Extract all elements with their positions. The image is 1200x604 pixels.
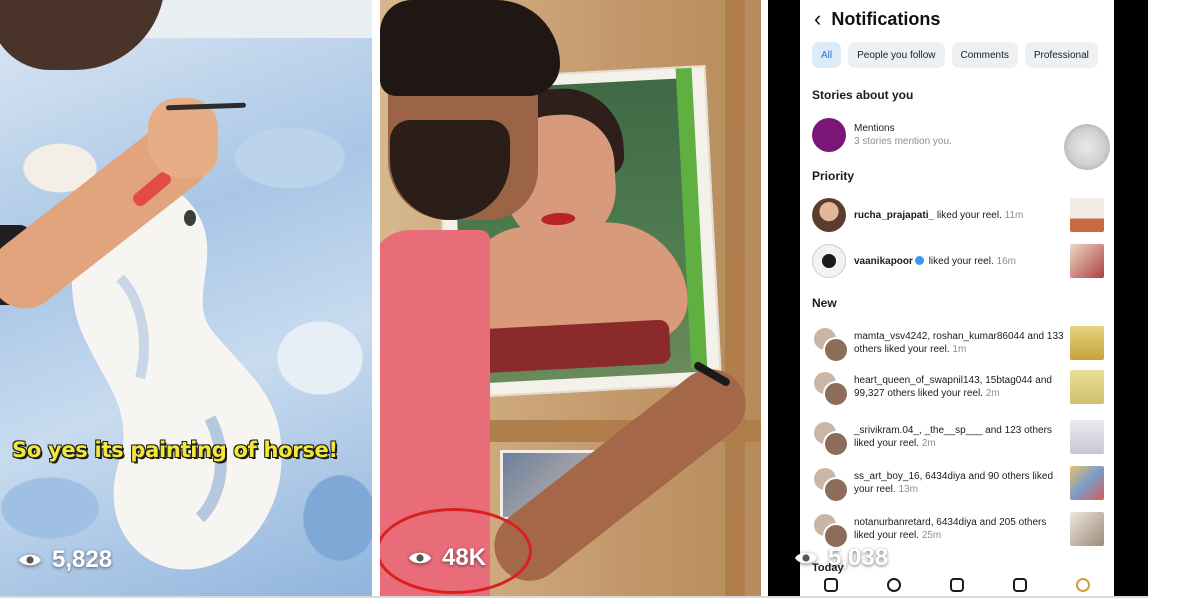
eye-icon <box>409 552 431 564</box>
notifications-screen: ‹ Notifications All People you follow Co… <box>800 0 1114 596</box>
home-icon[interactable] <box>824 578 839 592</box>
notification-text: liked your reel. <box>934 209 1005 221</box>
painter-hand <box>148 98 218 178</box>
avatar <box>812 244 846 278</box>
notifications-video[interactable]: ‹ Notifications All People you follow Co… <box>768 0 1148 596</box>
timestamp: 13m <box>898 484 918 495</box>
timestamp: 2m <box>921 438 936 449</box>
divider <box>372 0 380 596</box>
notification-item[interactable]: _srivikram.04_, _the__sp___ and 123 othe… <box>812 420 1104 457</box>
filter-chips: All People you follow Comments Professio… <box>812 42 1098 68</box>
horse-painting-video[interactable]: So yes its painting of horse! 5,828 <box>0 0 372 596</box>
timestamp: 16m <box>996 255 1016 267</box>
mentions-avatar <box>812 118 846 152</box>
filter-professional[interactable]: Professional <box>1024 42 1098 68</box>
top-bar: ‹ Notifications <box>800 0 1114 38</box>
avatar-group <box>812 466 849 503</box>
avatar <box>812 198 846 232</box>
portrait-painting-video[interactable]: 48K <box>380 0 761 596</box>
screenshot-collage: So yes its painting of horse! 5,828 48K … <box>0 0 1200 604</box>
avatar-group <box>812 326 849 363</box>
timestamp: 11m <box>1004 209 1024 221</box>
notification-text: liked your reel. <box>925 255 997 267</box>
avatar-group <box>812 370 849 407</box>
notification-text: ss_art_boy_16, 6434diya and 90 others li… <box>854 471 1054 495</box>
notification-text: notanurbanretard, 6434diya and 205 other… <box>854 517 1047 541</box>
easel-leg <box>725 0 745 596</box>
eye-icon <box>795 552 817 564</box>
mentions-row[interactable]: Mentions 3 stories mention you. <box>812 118 1104 152</box>
reel-thumbnail[interactable] <box>1070 420 1104 454</box>
divider <box>761 0 768 596</box>
page-title: Notifications <box>831 8 941 29</box>
notification-item[interactable]: ss_art_boy_16, 6434diya and 90 others li… <box>812 466 1104 503</box>
view-count: 48K <box>408 544 486 572</box>
reel-thumbnail[interactable] <box>1070 198 1104 232</box>
notification-item[interactable]: mamta_vsv4242, roshan_kumar86044 and 133… <box>812 326 1104 363</box>
section-priority: Priority <box>812 169 855 183</box>
timestamp: 2m <box>985 388 1000 399</box>
view-count-value: 5,828 <box>52 546 113 573</box>
reel-thumbnail[interactable] <box>1070 370 1104 404</box>
video-caption: So yes its painting of horse! <box>12 438 338 462</box>
verified-badge-icon <box>914 255 924 265</box>
notification-item[interactable]: rucha_prajapati_ liked your reel. 11m <box>812 198 1104 232</box>
avatar-group <box>812 512 849 549</box>
username[interactable]: vaanikapoor <box>854 256 913 267</box>
notification-text: _srivikram.04_, _the__sp___ and 123 othe… <box>854 425 1052 449</box>
reel-thumbnail[interactable] <box>1070 466 1104 500</box>
notification-item[interactable]: heart_queen_of_swapnil143, 15btag044 and… <box>812 370 1104 407</box>
bottom-navigation <box>800 574 1114 596</box>
bottom-divider <box>0 596 1148 598</box>
view-count: 5,038 <box>794 544 888 572</box>
reel-thumbnail[interactable] <box>1070 244 1104 278</box>
section-new: New <box>812 296 837 310</box>
notification-item[interactable]: notanurbanretard, 6434diya and 205 other… <box>812 512 1104 549</box>
artist-hair <box>380 0 560 96</box>
eye-icon <box>19 554 41 566</box>
view-count-value: 48K <box>442 544 487 571</box>
filter-all[interactable]: All <box>812 42 842 68</box>
create-icon[interactable] <box>949 578 964 592</box>
view-count-value: 5,038 <box>828 544 889 571</box>
notification-text: heart_queen_of_swapnil143, 15btag044 and… <box>854 375 1052 399</box>
filter-people-you-follow[interactable]: People you follow <box>848 42 945 68</box>
chevron-left-icon[interactable]: ‹ <box>814 8 821 30</box>
touch-indicator <box>1064 124 1110 170</box>
reel-thumbnail[interactable] <box>1070 512 1104 546</box>
notification-item[interactable]: vaanikapoor liked your reel. 16m <box>812 244 1104 278</box>
mentions-title: Mentions <box>854 123 895 134</box>
timestamp: 25m <box>921 530 942 541</box>
username[interactable]: rucha_prajapati_ <box>854 210 934 221</box>
view-count: 5,828 <box>18 546 112 574</box>
timestamp: 1m <box>952 344 967 355</box>
reels-icon[interactable] <box>1012 578 1027 592</box>
search-icon[interactable] <box>887 578 902 592</box>
avatar-group <box>812 420 849 457</box>
profile-icon[interactable] <box>1075 578 1090 592</box>
reel-thumbnail[interactable] <box>1070 326 1104 360</box>
section-stories: Stories about you <box>812 88 914 102</box>
filter-comments[interactable]: Comments <box>951 42 1018 68</box>
